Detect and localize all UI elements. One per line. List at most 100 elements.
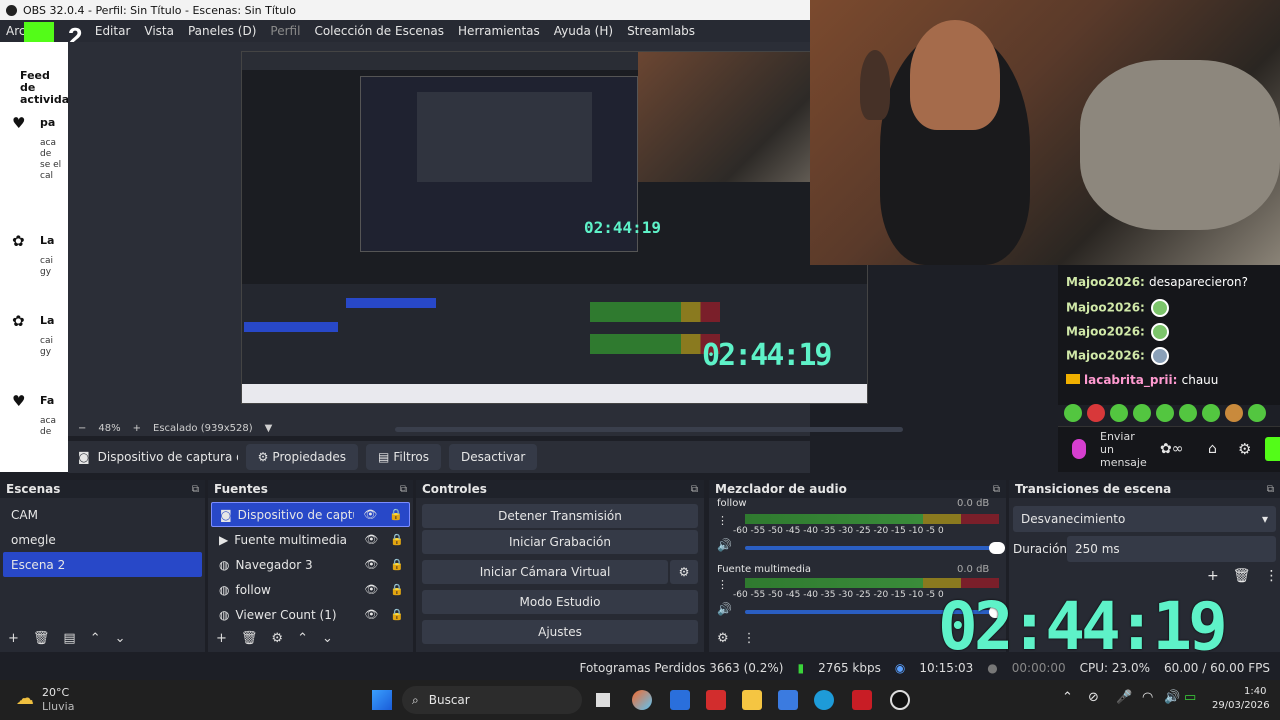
undock-icon[interactable]: ⧉ (400, 484, 407, 495)
send-button[interactable] (1265, 437, 1280, 461)
add-scene-button[interactable]: + (8, 631, 19, 646)
emote-icon[interactable] (1202, 404, 1220, 422)
menu-dots-icon[interactable]: ⋮ (717, 514, 728, 527)
slider-knob[interactable] (989, 542, 1005, 554)
menu-dots-icon[interactable]: ⋮ (717, 578, 728, 591)
add-transition-button[interactable]: + (1207, 568, 1219, 584)
task-view-icon[interactable] (596, 693, 610, 707)
mixer-settings-icon[interactable]: ⚙ (717, 631, 729, 646)
network-off-icon[interactable]: ⊘ (1088, 690, 1099, 705)
app-l-icon[interactable] (852, 690, 872, 710)
add-source-button[interactable]: + (216, 631, 227, 646)
scene-item[interactable]: CAM (3, 502, 202, 527)
menu-perfil[interactable]: Perfil (270, 24, 300, 38)
properties-button[interactable]: ⚙ Propiedades (245, 444, 359, 470)
speaker-icon[interactable]: 🔊 (1164, 690, 1180, 705)
move-down-icon[interactable]: ⌄ (115, 631, 126, 646)
lock-icon[interactable]: 🔒 (390, 608, 404, 621)
duration-input[interactable]: 250 ms (1067, 536, 1276, 562)
outlook-icon[interactable] (778, 690, 798, 710)
emote-icon[interactable] (1087, 404, 1105, 422)
store-icon[interactable]: ⌂ (1208, 441, 1217, 457)
stop-stream-button[interactable]: Detener Transmisión (422, 504, 698, 528)
trash-icon[interactable]: 🗑 (241, 631, 258, 646)
eye-icon[interactable]: 👁 (364, 608, 378, 621)
menu-editar[interactable]: Editar (95, 24, 131, 38)
studio-mode-button[interactable]: Modo Estudio (422, 590, 698, 614)
menu-coleccion-escenas[interactable]: Colección de Escenas (314, 24, 444, 38)
start-virtual-cam-button[interactable]: Iniciar Cámara Virtual (422, 560, 668, 584)
lock-icon[interactable]: 🔒 (390, 533, 404, 546)
preview-canvas[interactable]: 02:44:19 02:44:19 (241, 51, 868, 404)
chevron-up-icon[interactable]: ⌃ (1062, 690, 1073, 705)
menu-vista[interactable]: Vista (144, 24, 174, 38)
menu-paneles[interactable]: Paneles (D) (188, 24, 256, 38)
chevron-down-icon[interactable]: ▼ (265, 423, 273, 434)
menu-streamlabs[interactable]: Streamlabs (627, 24, 695, 38)
eye-icon[interactable]: 👁 (363, 508, 377, 521)
emote-icon[interactable] (1225, 404, 1243, 422)
windows-start-icon[interactable] (372, 690, 392, 710)
emote-icon[interactable] (1179, 404, 1197, 422)
emote-icon[interactable] (1064, 404, 1082, 422)
preview-scrollbar[interactable] (395, 427, 903, 432)
trash-icon[interactable]: 🗑 (1233, 568, 1251, 584)
undock-icon[interactable]: ⧉ (691, 484, 698, 495)
settings-button[interactable]: Ajustes (422, 620, 698, 644)
filter-icon[interactable]: ▤ (63, 631, 75, 646)
emote-icon[interactable] (1248, 404, 1266, 422)
gear-icon[interactable]: ⚙ (1238, 440, 1251, 458)
wifi-icon[interactable]: ◠ (1142, 690, 1153, 705)
transition-select[interactable]: Desvanecimiento ▾ (1013, 506, 1276, 532)
menu-dots-icon[interactable]: ⋮ (743, 631, 756, 646)
move-up-icon[interactable]: ⌃ (297, 631, 308, 646)
scene-item[interactable]: omegle (3, 527, 202, 552)
microphone-icon[interactable]: 🎤 (1116, 690, 1132, 705)
gear-icon[interactable]: ⚙ (271, 631, 283, 646)
microphone-icon[interactable] (1072, 439, 1086, 459)
taskbar-search[interactable]: ⌕ Buscar (402, 686, 582, 714)
gift-icon[interactable]: ✿∞ (1160, 441, 1183, 457)
folder-icon[interactable] (742, 690, 762, 710)
scene-item[interactable]: Escena 2 (3, 552, 202, 577)
emote-icon[interactable] (1156, 404, 1174, 422)
menu-ayuda[interactable]: Ayuda (H) (554, 24, 613, 38)
source-item[interactable]: ▶ Fuente multimedia 👁 🔒 (211, 527, 410, 552)
eye-icon[interactable]: 👁 (364, 558, 378, 571)
trash-icon[interactable]: 🗑 (33, 631, 50, 646)
emote-icon[interactable] (1133, 404, 1151, 422)
clock-time[interactable]: 1:40 (1244, 686, 1266, 697)
source-item[interactable]: ◍ Navegador 3 👁 🔒 (211, 552, 410, 577)
source-item[interactable]: ◍ follow 👁 🔒 (211, 577, 410, 602)
start-recording-button[interactable]: Iniciar Grabación (422, 530, 698, 554)
undock-icon[interactable]: ⧉ (192, 484, 199, 495)
menu-dots-icon[interactable]: ⋮ (1265, 568, 1279, 584)
weather-icon[interactable]: ☁ (16, 688, 34, 709)
undock-icon[interactable]: ⧉ (1267, 484, 1274, 495)
speaker-icon[interactable]: 🔊 (717, 538, 732, 552)
speaker-icon[interactable]: 🔊 (717, 602, 732, 616)
lock-icon[interactable]: 🔒 (390, 583, 404, 596)
copilot-icon[interactable] (632, 690, 652, 710)
lock-icon[interactable]: 🔒 (389, 508, 403, 521)
battery-icon[interactable]: ▭ (1184, 690, 1196, 705)
chat-input[interactable]: Enviar un mensaje (1100, 430, 1147, 469)
emote-picker-row[interactable] (1060, 404, 1280, 426)
lock-icon[interactable]: 🔒 (390, 558, 404, 571)
clock-date[interactable]: 29/03/2026 (1212, 700, 1270, 711)
eye-icon[interactable]: 👁 (364, 583, 378, 596)
move-up-icon[interactable]: ⌃ (90, 631, 101, 646)
virtual-cam-settings-button[interactable]: ⚙ (670, 560, 698, 584)
eye-icon[interactable]: 👁 (364, 533, 378, 546)
mcafee-icon[interactable] (706, 690, 726, 710)
volume-slider[interactable] (745, 542, 1005, 554)
obs-icon[interactable] (890, 690, 910, 710)
deactivate-button[interactable]: Desactivar (449, 444, 538, 470)
move-down-icon[interactable]: ⌄ (322, 631, 333, 646)
undock-icon[interactable]: ⧉ (993, 484, 1000, 495)
filters-button[interactable]: ▤ Filtros (366, 444, 442, 470)
zoom-in-button[interactable]: + (133, 423, 141, 434)
zoom-out-button[interactable]: − (78, 423, 86, 434)
menu-herramientas[interactable]: Herramientas (458, 24, 540, 38)
emote-icon[interactable] (1110, 404, 1128, 422)
